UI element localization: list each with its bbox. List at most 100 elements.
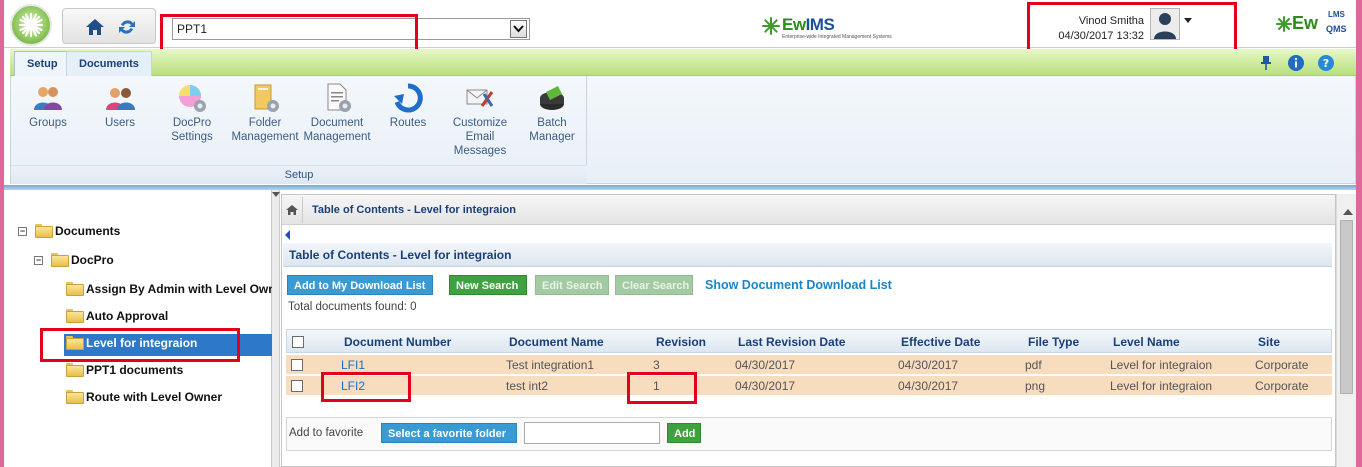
level-name: Level for integraion (1110, 379, 1213, 393)
document-name: Test integration1 (506, 358, 595, 372)
tree-node-assign-by-admin[interactable]: Assign By Admin with Level Owner (66, 282, 272, 300)
effective-date: 04/30/2017 (898, 379, 959, 393)
refresh-icon[interactable] (115, 15, 139, 39)
top-header-bar: PPT1 EwIMS Enterprise-wide Integrated Ma… (4, 0, 1356, 48)
table-row[interactable]: LFI2 test int2 1 04/30/2017 04/30/2017 p… (286, 376, 1332, 396)
tree-node-label: Level for integraion (86, 336, 198, 350)
tree-node-documents[interactable]: − Documents (18, 224, 120, 242)
row-checkbox[interactable] (291, 359, 303, 371)
folder-tree-panel: − Documents − DocPro Assign By Admin with … (4, 190, 272, 467)
customize-email-messages-button[interactable]: Customize Email Messages (443, 82, 517, 158)
vertical-scrollbar[interactable] (1336, 194, 1356, 467)
clear-search-button[interactable]: Clear Search (615, 275, 693, 295)
batch-manager-icon (540, 86, 564, 110)
column-header-revision[interactable]: Revision (656, 335, 706, 349)
tab-setup[interactable]: Setup (14, 51, 71, 77)
ewims-tagline: Enterprise-wide Integrated Management Sy… (782, 34, 892, 40)
add-to-favorite-label: Add to favorite (289, 427, 364, 439)
ribbon-group-setup: Groups Users DocPro Settings Folder Mana… (11, 76, 587, 184)
groups-button[interactable]: Groups (21, 82, 75, 130)
document-management-button[interactable]: Document Management (299, 82, 375, 144)
chevron-down-icon[interactable] (510, 20, 527, 38)
batch-manager-label-1: Batch (537, 117, 567, 129)
row-checkbox[interactable] (291, 380, 303, 392)
select-favorite-folder-button[interactable]: Select a favorite folder (381, 423, 517, 443)
user-menu-caret-icon[interactable] (1184, 18, 1192, 23)
document-number-link[interactable]: LFI2 (341, 379, 365, 393)
select-all-checkbox[interactable] (292, 336, 304, 348)
scroll-up-icon[interactable] (1343, 209, 1353, 215)
column-header-level-name[interactable]: Level Name (1113, 335, 1180, 349)
users-label: Users (104, 117, 136, 129)
scrollbar-thumb[interactable] (1340, 220, 1353, 394)
new-search-button[interactable]: New Search (449, 275, 527, 295)
customize-email-label-1: Customize (452, 117, 508, 129)
info-icon[interactable] (1287, 54, 1305, 72)
document-number-link[interactable]: LFI1 (341, 358, 365, 372)
favorite-folder-input[interactable] (524, 422, 660, 444)
docpro-settings-icon (179, 85, 206, 112)
section-title: Table of Contents - Level for integraion (283, 243, 1332, 267)
document-library-value: PPT1 (177, 22, 208, 36)
folder-icon (66, 309, 84, 323)
pin-icon[interactable] (1257, 54, 1275, 72)
ewlms-qms-logo: Ew LMS QMS (1276, 10, 1356, 38)
folder-management-label-1: Folder (248, 117, 282, 129)
column-header-effective-date[interactable]: Effective Date (901, 335, 980, 349)
tree-node-docpro[interactable]: − DocPro (34, 253, 114, 271)
folder-management-button[interactable]: Folder Management (227, 82, 303, 144)
tree-node-level-for-integraion[interactable]: Level for integraion (64, 334, 272, 356)
add-favorite-button[interactable]: Add (667, 423, 701, 443)
collapse-left-icon[interactable] (285, 230, 290, 240)
home-icon[interactable] (83, 15, 107, 39)
breadcrumb-current[interactable]: Table of Contents - Level for integraion (312, 204, 516, 216)
email-settings-icon (466, 89, 494, 107)
document-management-label-1: Document (310, 117, 364, 129)
docpro-settings-button[interactable]: DocPro Settings (161, 82, 223, 144)
panel-splitter[interactable] (272, 190, 280, 467)
nav-button-group (62, 8, 156, 44)
user-name: Vinod Smitha (1078, 15, 1144, 27)
groups-icon (34, 87, 62, 110)
customize-email-label-3: Messages (453, 145, 507, 157)
collapse-icon[interactable]: − (18, 227, 27, 236)
ewims-logo-icon (762, 17, 780, 35)
folder-management-label-2: Management (231, 131, 299, 143)
tree-node-label: Route with Level Owner (86, 390, 223, 404)
help-icon[interactable]: ? (1317, 54, 1335, 72)
tree-node-label: DocPro (71, 253, 114, 267)
column-header-site[interactable]: Site (1258, 335, 1280, 349)
tree-node-ppt1-documents[interactable]: PPT1 documents (66, 363, 183, 381)
tree-node-auto-approval[interactable]: Auto Approval (66, 309, 168, 327)
routes-button[interactable]: Routes (381, 82, 435, 130)
document-library-select[interactable]: PPT1 (172, 18, 530, 40)
tree-node-route-with-level-owner[interactable]: Route with Level Owner (66, 390, 222, 408)
user-avatar-icon[interactable] (1150, 8, 1180, 40)
tab-documents[interactable]: Documents (66, 51, 152, 77)
routes-label: Routes (389, 117, 427, 129)
breadcrumb: Table of Contents - Level for integraion (282, 195, 1335, 225)
home-icon[interactable] (285, 203, 299, 217)
batch-manager-button[interactable]: Batch Manager (521, 82, 583, 144)
level-name: Level for integraion (1110, 358, 1213, 372)
favorite-bar: Add to favorite Select a favorite folder… (286, 417, 1332, 451)
batch-manager-label-2: Manager (529, 131, 575, 143)
last-revision-date: 04/30/2017 (735, 379, 796, 393)
effective-date: 04/30/2017 (898, 358, 959, 372)
add-to-download-list-button[interactable]: Add to My Download List (287, 275, 433, 295)
collapse-icon[interactable]: − (34, 256, 43, 265)
column-header-last-revision-date[interactable]: Last Revision Date (738, 335, 845, 349)
revision: 1 (653, 379, 660, 393)
column-header-file-type[interactable]: File Type (1028, 335, 1079, 349)
collapse-caret-icon[interactable] (272, 192, 280, 197)
folder-icon (51, 253, 69, 267)
table-row[interactable]: LFI1 Test integration1 3 04/30/2017 04/3… (286, 355, 1332, 375)
column-header-document-name[interactable]: Document Name (509, 335, 604, 349)
users-button[interactable]: Users (93, 82, 147, 130)
app-logo-icon[interactable] (10, 4, 52, 46)
show-download-list-link[interactable]: Show Document Download List (705, 275, 892, 295)
brand-qms-text: QMS (1326, 24, 1347, 34)
column-header-document-number[interactable]: Document Number (344, 335, 451, 349)
edit-search-button[interactable]: Edit Search (535, 275, 609, 295)
file-type: png (1025, 379, 1046, 393)
